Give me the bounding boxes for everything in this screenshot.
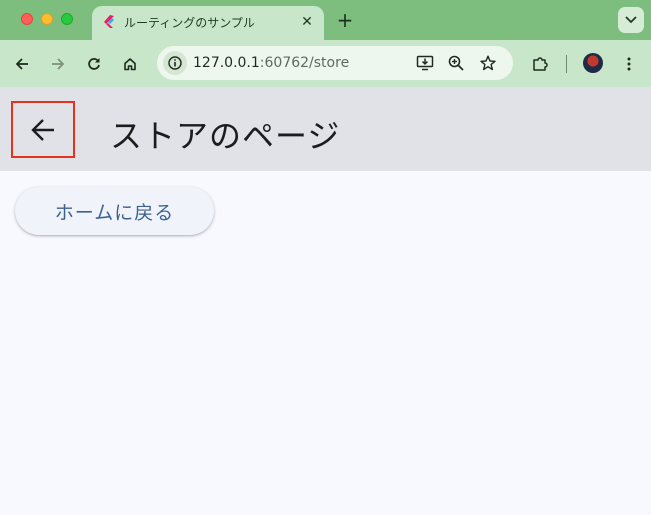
window-minimize-button[interactable] xyxy=(41,13,53,25)
window-maximize-button[interactable] xyxy=(61,13,73,25)
extensions-button[interactable] xyxy=(527,51,553,77)
browser-home-button[interactable] xyxy=(117,51,143,77)
page-title: ストアのページ xyxy=(110,117,341,155)
home-icon xyxy=(124,58,136,71)
install-app-button[interactable] xyxy=(415,53,435,73)
url-text: 127.0.0.1:60762/store xyxy=(193,55,349,71)
tab-title: ルーティングのサンプル xyxy=(124,16,255,30)
arrow-right-icon xyxy=(52,58,65,70)
address-bar[interactable]: 127.0.0.1:60762/store xyxy=(157,46,513,80)
home-button[interactable]: ホームに戻る xyxy=(15,187,214,235)
toolbar-separator xyxy=(566,55,567,73)
chevron-down-icon xyxy=(625,16,637,24)
zoom-icon xyxy=(448,55,464,71)
bookmark-button[interactable] xyxy=(478,53,498,73)
tab-search-button[interactable] xyxy=(618,7,644,33)
star-icon xyxy=(480,55,496,71)
browser-tab-active[interactable]: ルーティングのサンプル ✕ xyxy=(92,6,324,40)
arrow-left-icon xyxy=(15,58,28,70)
browser-reload-button[interactable] xyxy=(81,51,107,77)
tab-close-icon[interactable]: ✕ xyxy=(298,13,316,31)
new-tab-button[interactable]: + xyxy=(334,9,356,31)
browser-forward-button[interactable] xyxy=(45,51,71,77)
reload-icon xyxy=(88,58,100,70)
flutter-logo-icon xyxy=(104,15,114,28)
profile-avatar[interactable] xyxy=(583,53,603,73)
browser-back-button[interactable] xyxy=(9,51,35,77)
app-bar: ストアのページ xyxy=(0,87,651,171)
kebab-menu-icon xyxy=(627,57,631,71)
app-back-button[interactable] xyxy=(11,101,75,158)
browser-tab-strip: ルーティングのサンプル ✕ + xyxy=(0,0,651,40)
browser-toolbar: 127.0.0.1:60762/store xyxy=(0,40,651,87)
site-info-button[interactable] xyxy=(163,51,187,75)
browser-menu-button[interactable] xyxy=(616,51,642,77)
puzzle-icon xyxy=(533,57,548,71)
window-close-button[interactable] xyxy=(21,13,33,25)
url-path: :60762/store xyxy=(259,55,350,71)
arrow-back-icon xyxy=(31,118,54,141)
url-host: 127.0.0.1 xyxy=(193,55,260,71)
info-icon xyxy=(168,56,182,70)
zoom-button[interactable] xyxy=(446,53,466,73)
install-app-icon xyxy=(416,55,434,71)
